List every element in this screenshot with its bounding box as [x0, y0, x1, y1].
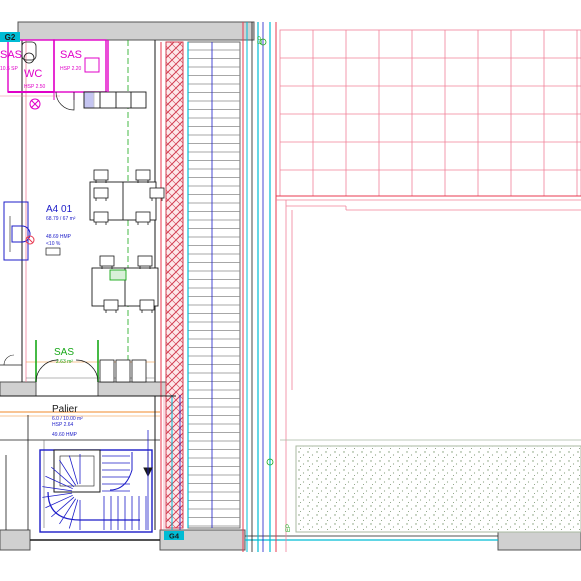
wall-mid-band: [0, 381, 37, 397]
floor-plan: G2 G4 EP EP SAS 10.5 SP SAS HSP 2.20 WC …: [0, 21, 581, 552]
chair-icon: [93, 169, 109, 183]
grid-g4: G4: [164, 531, 184, 541]
wall-mid-band-2: [97, 381, 177, 397]
chair-icon: [149, 187, 165, 201]
sas-top-label: SAS: [60, 49, 82, 61]
roof-grid: [276, 29, 581, 211]
chair-icon: [103, 299, 119, 313]
vent-icon: [29, 98, 41, 110]
stair-run: [187, 41, 241, 529]
chair-icon: [135, 211, 151, 225]
grid-g2: G2: [0, 32, 20, 42]
chair-icon: [93, 211, 109, 225]
grid-g4-label: G4: [169, 532, 180, 541]
toilet-bowl-icon: [23, 52, 35, 64]
wall-left-bottom: [0, 529, 31, 551]
stair-step: [42, 492, 73, 498]
wall-bottom-right: [497, 531, 581, 551]
chair-icon: [139, 299, 155, 313]
ep-tag-bottom: EP: [286, 524, 292, 532]
chair-icon: [137, 255, 153, 269]
sas-mid-label: SAS: [54, 347, 74, 358]
stair-step: [68, 499, 79, 529]
wc-sub: HSP 2.50: [24, 84, 46, 90]
kitchenette: [83, 91, 147, 109]
palier-label: Palier: [52, 404, 78, 415]
garden-area: [280, 439, 581, 533]
sas-top-left-label: SAS: [0, 49, 22, 61]
palier-sub1: HSP 2.64: [52, 422, 74, 428]
wc-label: WC: [24, 68, 42, 80]
sas-mid-sub: 2.63 m²: [56, 359, 73, 365]
office-sub1: 48.69 HMP: [46, 234, 72, 240]
chair-icon: [135, 169, 151, 183]
wall-top-left: [17, 21, 255, 41]
office-label: A4 01: [46, 204, 73, 215]
brick-wall: [165, 41, 184, 529]
grid-g2-label: G2: [5, 33, 16, 42]
sas-top-sub: HSP 2.20: [60, 66, 82, 72]
staircase: [39, 449, 153, 533]
palier-sub2: 49.60 HMP: [52, 432, 78, 438]
cabinets: [99, 359, 147, 383]
room-tag: [45, 247, 61, 256]
chair-icon: [99, 255, 115, 269]
door-swing: [55, 91, 75, 111]
office-area: 68.79 / 67 m²: [46, 216, 76, 222]
office-sub2: <10 %: [46, 241, 61, 247]
sas-top-left-sub: 10.5 SP: [0, 66, 18, 72]
